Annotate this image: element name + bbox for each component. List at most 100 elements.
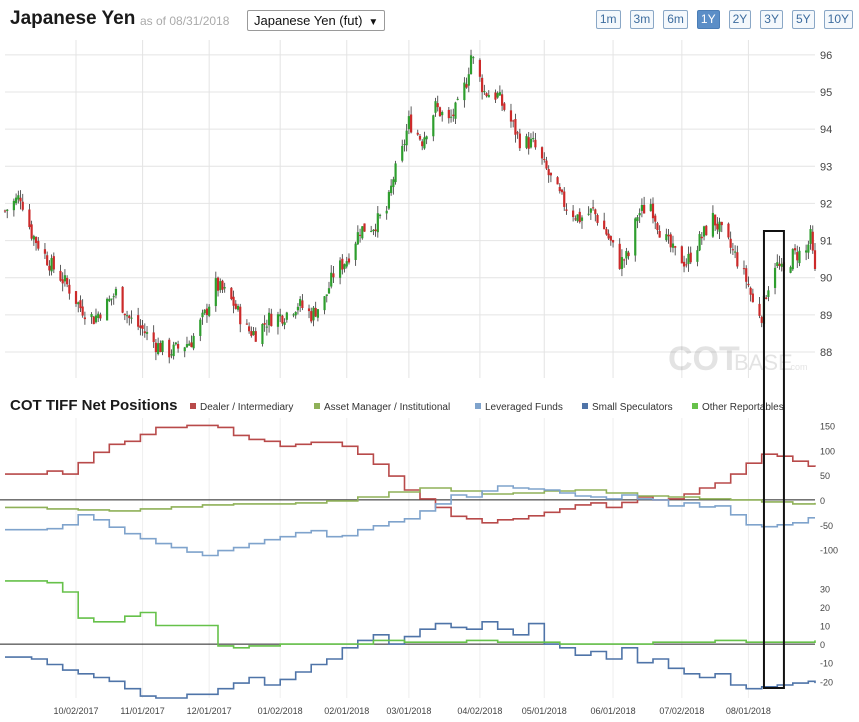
candle-down[interactable] [143,331,146,334]
candle-down[interactable] [83,317,86,320]
candle-down[interactable] [121,286,124,313]
range-button-3m[interactable]: 3m [629,10,655,29]
range-button-10y[interactable]: 10Y [823,10,853,29]
candle-down[interactable] [239,306,242,325]
candle-down[interactable] [314,307,317,317]
candle-up[interactable] [498,92,501,96]
candle-down[interactable] [418,135,422,140]
candle-down[interactable] [190,342,193,348]
candle-down[interactable] [332,273,335,278]
candle-up[interactable] [441,111,444,116]
range-button-2y[interactable]: 2Y [728,10,752,29]
candle-down[interactable] [3,210,7,212]
candle-down[interactable] [611,240,615,243]
candle-down[interactable] [765,297,768,299]
candle-up[interactable] [532,138,535,140]
candle-down[interactable] [729,238,732,248]
candle-up[interactable] [432,115,435,137]
candle-down[interactable] [751,293,754,303]
candle-down[interactable] [465,84,468,88]
candle-down[interactable] [605,228,608,235]
candle-up[interactable] [798,250,801,264]
candle-up[interactable] [454,102,457,119]
candle-up[interactable] [589,208,592,213]
candle-up[interactable] [809,229,812,244]
candle-down[interactable] [281,315,284,324]
candle-down[interactable] [658,230,661,238]
legend-dealer-label[interactable]: Dealer / Intermediary [200,402,293,413]
candle-up[interactable] [292,314,295,316]
candle-up[interactable] [671,243,675,248]
candle-up[interactable] [496,93,499,98]
candle-down[interactable] [796,252,799,261]
candle-up[interactable] [345,261,348,267]
candle-up[interactable] [789,267,792,273]
candle-down[interactable] [736,252,739,267]
candle-up[interactable] [687,253,690,265]
candle-down[interactable] [154,342,158,353]
candle-down[interactable] [341,258,344,270]
candle-up[interactable] [110,298,113,300]
candle-up[interactable] [265,326,268,328]
candle-down[interactable] [627,252,630,257]
candle-up[interactable] [199,319,202,336]
candle-down[interactable] [685,264,688,266]
candle-up[interactable] [17,195,20,200]
candle-up[interactable] [423,137,426,149]
legend-other-reportables-label[interactable]: Other Reportables [702,402,784,413]
candle-up[interactable] [773,267,777,288]
candle-down[interactable] [478,59,482,77]
candle-up[interactable] [392,179,395,188]
candle-down[interactable] [99,314,102,319]
candle-up[interactable] [279,314,282,317]
candle-up[interactable] [387,191,391,209]
candle-down[interactable] [447,109,450,119]
candle-up[interactable] [261,324,264,345]
candle-up[interactable] [456,98,459,100]
candle-down[interactable] [30,224,33,239]
candle-up[interactable] [425,136,428,140]
candle-up[interactable] [325,294,328,296]
candle-up[interactable] [487,94,490,98]
candle-down[interactable] [747,283,750,286]
candle-up[interactable] [323,296,326,311]
candle-down[interactable] [572,210,575,218]
candle-up[interactable] [252,331,255,335]
candle-up[interactable] [580,217,584,221]
candle-down[interactable] [141,325,144,329]
candle-up[interactable] [776,262,779,267]
candle-down[interactable] [152,332,155,343]
candle-up[interactable] [157,343,160,354]
candle-up[interactable] [97,313,100,318]
candle-up[interactable] [174,342,177,345]
candle-up[interactable] [407,116,410,130]
candle-up[interactable] [483,91,486,93]
candle-down[interactable] [230,287,233,300]
candle-down[interactable] [139,325,142,328]
candle-down[interactable] [558,187,561,192]
candle-up[interactable] [214,278,217,307]
candle-up[interactable] [376,213,379,233]
candle-down[interactable] [347,258,351,263]
candle-up[interactable] [316,309,320,318]
range-button-1y[interactable]: 1Y [696,10,720,29]
candle-down[interactable] [680,246,683,264]
candle-down[interactable] [778,263,781,266]
candle-up[interactable] [203,309,206,314]
small-speculators-line[interactable] [5,621,816,699]
candle-down[interactable] [742,268,746,270]
candle-down[interactable] [363,223,366,232]
candle-down[interactable] [656,223,659,231]
candle-down[interactable] [221,280,224,290]
candle-down[interactable] [574,218,577,220]
candle-down[interactable] [596,215,599,223]
candle-up[interactable] [640,205,644,211]
candle-up[interactable] [125,315,129,317]
candle-up[interactable] [372,229,375,232]
candle-down[interactable] [609,236,612,241]
price-candles[interactable] [3,49,817,364]
candle-down[interactable] [68,284,71,294]
candle-down[interactable] [43,249,47,254]
candle-down[interactable] [618,243,621,269]
candle-up[interactable] [767,290,770,297]
